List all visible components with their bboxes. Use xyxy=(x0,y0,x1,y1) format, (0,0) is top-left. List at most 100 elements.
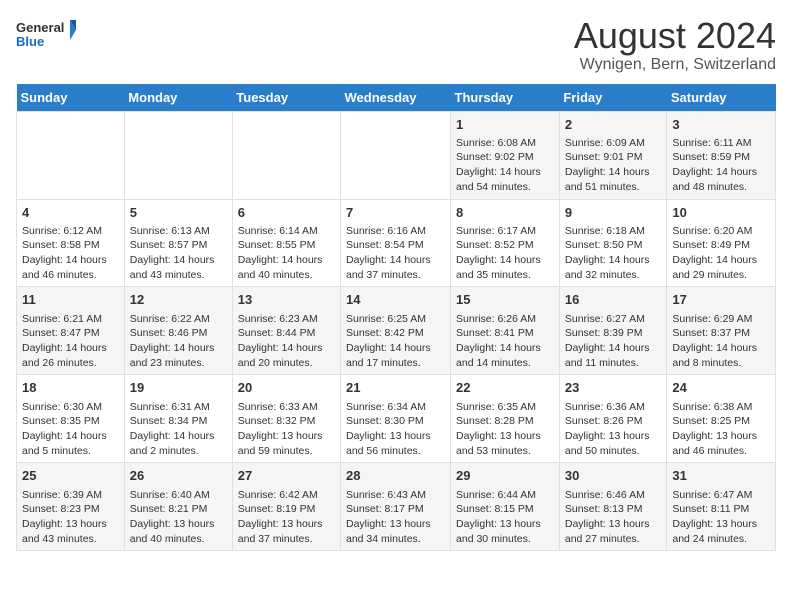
cell-text: Daylight: 13 hours and 24 minutes. xyxy=(672,517,770,546)
calendar-cell: 30Sunrise: 6:46 AMSunset: 8:13 PMDayligh… xyxy=(559,463,667,551)
cell-text: Sunrise: 6:36 AM xyxy=(565,400,662,415)
calendar-cell: 28Sunrise: 6:43 AMSunset: 8:17 PMDayligh… xyxy=(341,463,451,551)
cell-text: Sunset: 8:52 PM xyxy=(456,238,554,253)
logo: General Blue xyxy=(16,16,76,56)
day-number: 21 xyxy=(346,379,445,397)
cell-text: Daylight: 14 hours and 2 minutes. xyxy=(130,429,227,458)
cell-text: Sunrise: 6:33 AM xyxy=(238,400,335,415)
cell-text: Daylight: 14 hours and 48 minutes. xyxy=(672,165,770,194)
header-tuesday: Tuesday xyxy=(232,84,340,112)
calendar-week-row: 11Sunrise: 6:21 AMSunset: 8:47 PMDayligh… xyxy=(17,287,776,375)
calendar-cell: 7Sunrise: 6:16 AMSunset: 8:54 PMDaylight… xyxy=(341,199,451,287)
cell-text: Sunset: 8:25 PM xyxy=(672,414,770,429)
calendar-cell: 9Sunrise: 6:18 AMSunset: 8:50 PMDaylight… xyxy=(559,199,667,287)
cell-text: Sunset: 8:37 PM xyxy=(672,326,770,341)
cell-text: Sunset: 8:44 PM xyxy=(238,326,335,341)
calendar-cell: 4Sunrise: 6:12 AMSunset: 8:58 PMDaylight… xyxy=(17,199,125,287)
cell-text: Sunset: 8:15 PM xyxy=(456,502,554,517)
cell-text: Sunset: 8:11 PM xyxy=(672,502,770,517)
calendar-cell: 18Sunrise: 6:30 AMSunset: 8:35 PMDayligh… xyxy=(17,375,125,463)
calendar-cell: 22Sunrise: 6:35 AMSunset: 8:28 PMDayligh… xyxy=(451,375,560,463)
cell-text: Sunrise: 6:14 AM xyxy=(238,224,335,239)
cell-text: Daylight: 14 hours and 11 minutes. xyxy=(565,341,662,370)
cell-text: Sunset: 8:13 PM xyxy=(565,502,662,517)
cell-text: Sunset: 8:23 PM xyxy=(22,502,119,517)
cell-text: Sunset: 9:01 PM xyxy=(565,150,662,165)
cell-text: Sunrise: 6:47 AM xyxy=(672,488,770,503)
cell-text: Sunset: 8:58 PM xyxy=(22,238,119,253)
cell-text: Sunrise: 6:16 AM xyxy=(346,224,445,239)
day-number: 3 xyxy=(672,116,770,134)
cell-text: Sunrise: 6:42 AM xyxy=(238,488,335,503)
day-number: 29 xyxy=(456,467,554,485)
header-friday: Friday xyxy=(559,84,667,112)
calendar-cell: 10Sunrise: 6:20 AMSunset: 8:49 PMDayligh… xyxy=(667,199,776,287)
svg-text:General: General xyxy=(16,20,64,35)
cell-text: Sunset: 8:54 PM xyxy=(346,238,445,253)
calendar-cell: 24Sunrise: 6:38 AMSunset: 8:25 PMDayligh… xyxy=(667,375,776,463)
day-number: 4 xyxy=(22,204,119,222)
cell-text: Sunset: 8:34 PM xyxy=(130,414,227,429)
cell-text: Sunset: 8:49 PM xyxy=(672,238,770,253)
day-number: 11 xyxy=(22,291,119,309)
cell-text: Sunrise: 6:27 AM xyxy=(565,312,662,327)
day-number: 6 xyxy=(238,204,335,222)
calendar-cell: 15Sunrise: 6:26 AMSunset: 8:41 PMDayligh… xyxy=(451,287,560,375)
calendar-cell: 25Sunrise: 6:39 AMSunset: 8:23 PMDayligh… xyxy=(17,463,125,551)
cell-text: Sunset: 8:17 PM xyxy=(346,502,445,517)
day-number: 7 xyxy=(346,204,445,222)
day-number: 8 xyxy=(456,204,554,222)
cell-text: Sunrise: 6:44 AM xyxy=(456,488,554,503)
cell-text: Daylight: 14 hours and 54 minutes. xyxy=(456,165,554,194)
day-number: 23 xyxy=(565,379,662,397)
calendar-cell: 23Sunrise: 6:36 AMSunset: 8:26 PMDayligh… xyxy=(559,375,667,463)
cell-text: Sunset: 8:26 PM xyxy=(565,414,662,429)
calendar-cell: 13Sunrise: 6:23 AMSunset: 8:44 PMDayligh… xyxy=(232,287,340,375)
calendar-cell: 26Sunrise: 6:40 AMSunset: 8:21 PMDayligh… xyxy=(124,463,232,551)
calendar-cell: 6Sunrise: 6:14 AMSunset: 8:55 PMDaylight… xyxy=(232,199,340,287)
cell-text: Sunrise: 6:22 AM xyxy=(130,312,227,327)
cell-text: Sunset: 8:57 PM xyxy=(130,238,227,253)
calendar-cell: 12Sunrise: 6:22 AMSunset: 8:46 PMDayligh… xyxy=(124,287,232,375)
cell-text: Daylight: 14 hours and 20 minutes. xyxy=(238,341,335,370)
cell-text: Sunrise: 6:23 AM xyxy=(238,312,335,327)
cell-text: Sunset: 8:50 PM xyxy=(565,238,662,253)
cell-text: Sunset: 9:02 PM xyxy=(456,150,554,165)
cell-text: Sunrise: 6:25 AM xyxy=(346,312,445,327)
cell-text: Sunrise: 6:09 AM xyxy=(565,136,662,151)
day-number: 20 xyxy=(238,379,335,397)
calendar-cell: 16Sunrise: 6:27 AMSunset: 8:39 PMDayligh… xyxy=(559,287,667,375)
cell-text: Daylight: 13 hours and 46 minutes. xyxy=(672,429,770,458)
cell-text: Daylight: 13 hours and 37 minutes. xyxy=(238,517,335,546)
calendar-cell: 8Sunrise: 6:17 AMSunset: 8:52 PMDaylight… xyxy=(451,199,560,287)
cell-text: Daylight: 14 hours and 29 minutes. xyxy=(672,253,770,282)
calendar-cell: 14Sunrise: 6:25 AMSunset: 8:42 PMDayligh… xyxy=(341,287,451,375)
cell-text: Sunrise: 6:13 AM xyxy=(130,224,227,239)
cell-text: Sunrise: 6:18 AM xyxy=(565,224,662,239)
calendar-week-row: 1Sunrise: 6:08 AMSunset: 9:02 PMDaylight… xyxy=(17,111,776,199)
day-number: 22 xyxy=(456,379,554,397)
cell-text: Sunset: 8:46 PM xyxy=(130,326,227,341)
header-sunday: Sunday xyxy=(17,84,125,112)
calendar-cell: 5Sunrise: 6:13 AMSunset: 8:57 PMDaylight… xyxy=(124,199,232,287)
cell-text: Sunset: 8:35 PM xyxy=(22,414,119,429)
logo-svg: General Blue xyxy=(16,16,76,56)
day-number: 28 xyxy=(346,467,445,485)
calendar-cell: 21Sunrise: 6:34 AMSunset: 8:30 PMDayligh… xyxy=(341,375,451,463)
cell-text: Daylight: 13 hours and 30 minutes. xyxy=(456,517,554,546)
cell-text: Sunrise: 6:38 AM xyxy=(672,400,770,415)
day-number: 14 xyxy=(346,291,445,309)
cell-text: Sunset: 8:39 PM xyxy=(565,326,662,341)
calendar-cell xyxy=(232,111,340,199)
cell-text: Sunrise: 6:34 AM xyxy=(346,400,445,415)
day-number: 1 xyxy=(456,116,554,134)
calendar-cell: 17Sunrise: 6:29 AMSunset: 8:37 PMDayligh… xyxy=(667,287,776,375)
cell-text: Sunrise: 6:43 AM xyxy=(346,488,445,503)
cell-text: Sunset: 8:21 PM xyxy=(130,502,227,517)
day-number: 2 xyxy=(565,116,662,134)
calendar-cell xyxy=(341,111,451,199)
calendar-cell: 27Sunrise: 6:42 AMSunset: 8:19 PMDayligh… xyxy=(232,463,340,551)
month-year-title: August 2024 xyxy=(574,16,776,56)
calendar-cell xyxy=(17,111,125,199)
cell-text: Daylight: 14 hours and 5 minutes. xyxy=(22,429,119,458)
